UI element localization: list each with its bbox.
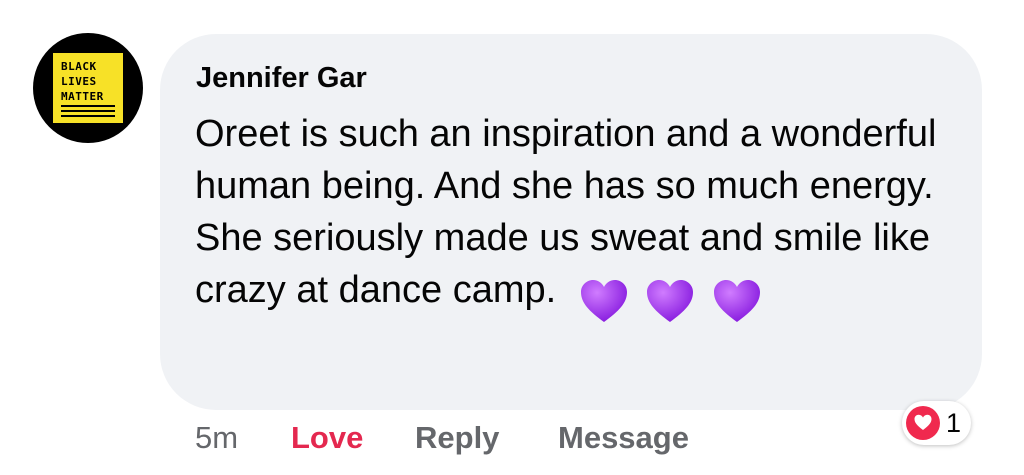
comment-text-block: Oreet is such an inspiration and a wonde… <box>195 108 965 327</box>
avatar-stripe <box>61 105 115 107</box>
reaction-summary[interactable]: 1 <box>902 401 972 445</box>
reply-button[interactable]: Reply <box>415 420 499 456</box>
avatar-line-3: MATTER <box>61 90 104 103</box>
purple-heart-icon <box>580 279 627 322</box>
purple-heart-icon <box>647 279 694 322</box>
avatar-line-2: LIVES <box>61 75 97 88</box>
heart-icon <box>906 406 940 440</box>
comment-bubble: Jennifer Gar Oreet is such an inspiratio… <box>160 34 982 410</box>
comment-text: Oreet is such an inspiration and a wonde… <box>195 113 937 311</box>
comment-author[interactable]: Jennifer Gar <box>196 62 367 95</box>
love-button[interactable]: Love <box>291 420 363 456</box>
comment-timestamp[interactable]: 5m <box>195 420 238 456</box>
message-button[interactable]: Message <box>558 420 689 456</box>
black-lives-matter-logo: BLACK LIVES MATTER <box>53 53 123 123</box>
avatar-line-1: BLACK <box>61 60 97 73</box>
avatar-stripe <box>61 110 115 112</box>
avatar-stripe <box>61 115 115 117</box>
purple-heart-icon <box>713 279 760 322</box>
reaction-count: 1 <box>946 407 962 438</box>
emoji-group <box>579 274 768 327</box>
avatar[interactable]: BLACK LIVES MATTER <box>33 33 143 143</box>
